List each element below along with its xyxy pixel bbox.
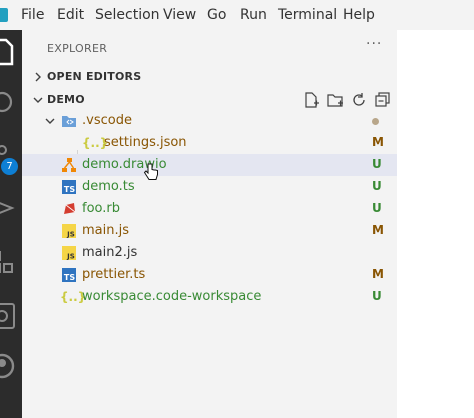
tree-item-main-js[interactable]: JS main.js M (22, 220, 397, 242)
explorer-toolbar (302, 89, 392, 111)
workspace-section[interactable]: DEMO (22, 89, 397, 111)
files-icon[interactable] (0, 36, 18, 68)
search-icon[interactable] (0, 86, 18, 118)
explorer-sidebar: EXPLORER ··· OPEN EDITORS DEMO .vscode {… (22, 30, 397, 418)
chevron-down-icon (45, 118, 55, 124)
tree-item-foo-rb[interactable]: foo.rb U (22, 198, 397, 220)
chevron-down-icon (33, 97, 43, 103)
file-name: main.js (82, 223, 129, 238)
status-badge: M (372, 267, 384, 281)
menu-edit[interactable]: Edit (57, 7, 84, 24)
status-badge: M (372, 223, 384, 237)
file-name: demo.ts (82, 179, 135, 194)
file-name: .vscode (82, 113, 132, 128)
file-name: foo.rb (82, 201, 120, 216)
workspace-label: DEMO (47, 93, 85, 106)
menu-selection[interactable]: Selection (95, 7, 160, 24)
account-icon[interactable] (0, 350, 18, 382)
menu-terminal[interactable]: Terminal (278, 7, 337, 24)
collapse-all-icon[interactable] (374, 91, 392, 109)
activity-bar: 7 (0, 30, 22, 418)
more-actions-icon[interactable]: ··· (366, 36, 382, 52)
tree-item-settings-json[interactable]: {..} settings.json M (22, 132, 397, 154)
javascript-icon: JS (62, 246, 76, 261)
file-name: prettier.ts (82, 267, 146, 282)
open-editors-section[interactable]: OPEN EDITORS (22, 66, 397, 88)
new-folder-icon[interactable] (326, 91, 344, 109)
svg-text:TS: TS (64, 273, 75, 282)
svg-text:JS: JS (66, 231, 75, 239)
typescript-icon: TS (62, 268, 76, 282)
status-badge: M (372, 135, 384, 149)
editor-area[interactable] (397, 30, 474, 418)
menu-help[interactable]: Help (343, 7, 375, 24)
tree-item-workspace-file[interactable]: {..} workspace.code-workspace U (22, 286, 397, 308)
menu-run[interactable]: Run (240, 7, 267, 24)
menu-bar: File Edit Selection View Go Run Terminal… (0, 0, 474, 30)
tree-item-demo-drawio[interactable]: demo.drawio U (22, 154, 397, 176)
status-badge: U (372, 201, 382, 215)
new-file-icon[interactable] (302, 91, 320, 109)
tree-item-demo-ts[interactable]: TS demo.ts U (22, 176, 397, 198)
status-badge: U (372, 289, 382, 303)
open-editors-label: OPEN EDITORS (47, 70, 142, 83)
json-icon: {..} (82, 136, 109, 150)
menu-file[interactable]: File (21, 7, 44, 24)
hand-pointer-icon (143, 163, 158, 180)
ruby-icon (64, 203, 76, 214)
json-icon: {..} (60, 290, 87, 304)
file-name: workspace.code-workspace (82, 289, 262, 304)
menu-go[interactable]: Go (207, 7, 226, 24)
typescript-icon: TS (62, 180, 76, 194)
run-debug-icon[interactable] (0, 192, 18, 224)
folder-vscode-icon (62, 116, 76, 127)
refresh-icon[interactable] (350, 91, 368, 109)
javascript-icon: JS (62, 224, 76, 239)
remote-icon[interactable] (0, 300, 18, 332)
drawio-icon (62, 158, 76, 172)
tree-item-main2-js[interactable]: JS main2.js (22, 242, 397, 264)
explorer-title: EXPLORER (47, 42, 108, 55)
modified-dot-icon (372, 118, 379, 125)
tree-item-vscode-folder[interactable]: .vscode (22, 110, 397, 132)
chevron-right-icon (35, 72, 41, 82)
svg-text:TS: TS (64, 185, 75, 194)
svg-text:JS: JS (66, 253, 75, 261)
app-logo-icon (0, 8, 8, 22)
extensions-icon[interactable] (0, 246, 18, 278)
tree-item-prettier-ts[interactable]: TS prettier.ts M (22, 264, 397, 286)
status-badge: U (372, 179, 382, 193)
status-badge: U (372, 157, 382, 171)
file-name: settings.json (104, 135, 187, 150)
file-name: main2.js (82, 245, 138, 260)
menu-view[interactable]: View (163, 7, 196, 24)
source-control-badge: 7 (1, 158, 18, 175)
